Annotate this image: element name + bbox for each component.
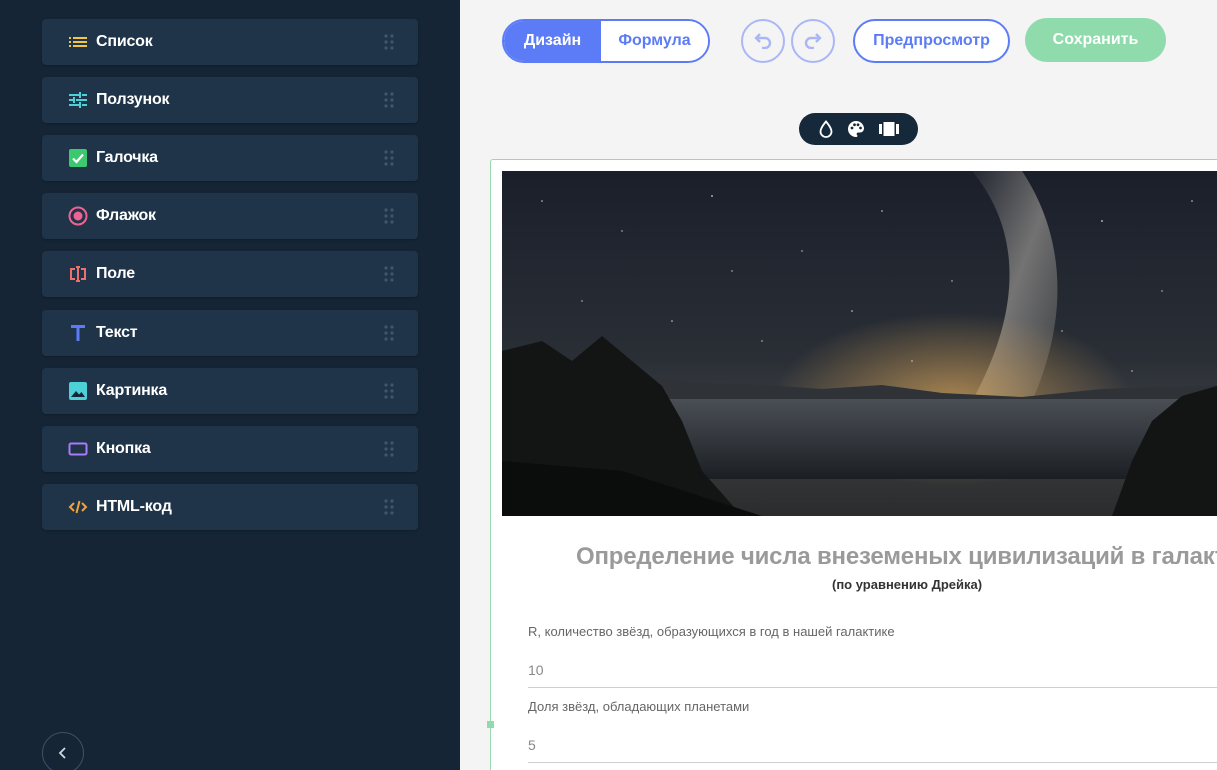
sidebar: Список Ползунок Галочка Флажок Поле Текс… [0,0,460,770]
sidebar-item-image[interactable]: Картинка [42,368,418,414]
collapse-sidebar-button[interactable] [42,732,84,770]
field-underline [528,762,1217,763]
chevron-left-icon [58,747,68,759]
drag-handle-icon[interactable] [384,441,394,457]
sliders-icon [68,90,88,110]
mode-switch: Дизайн Формула [502,19,710,63]
drag-handle-icon[interactable] [384,92,394,108]
drag-handle-icon[interactable] [384,208,394,224]
redo-button[interactable] [791,19,835,63]
drag-handle-icon[interactable] [384,325,394,341]
hero-image[interactable] [502,171,1217,516]
drag-handle-icon[interactable] [384,34,394,50]
radio-icon [68,206,88,226]
field-label: R, количество звёзд, образующихся в год … [528,624,895,639]
sidebar-item-slider[interactable]: Ползунок [42,77,418,123]
drag-handle-icon[interactable] [384,150,394,166]
drag-handle-icon[interactable] [384,499,394,515]
preview-button[interactable]: Предпросмотр [853,19,1010,63]
canvas-style-toolbar [799,113,918,145]
field-input[interactable]: 5 [528,737,536,753]
tab-design[interactable]: Дизайн [504,21,601,61]
image-icon [68,381,88,401]
drag-handle-icon[interactable] [384,266,394,282]
form-title: Определение числа внеземеных цивилизаций… [576,543,1217,570]
field-underline [528,687,1217,688]
checkbox-icon [68,148,88,168]
sidebar-item-text[interactable]: Текст [42,310,418,356]
sidebar-item-label: Картинка [96,382,168,399]
text-icon [68,323,88,343]
undo-button[interactable] [741,19,785,63]
sidebar-item-checkbox[interactable]: Галочка [42,135,418,181]
field-label: Доля звёзд, обладающих планетами [528,699,750,714]
button-icon [68,439,88,459]
sidebar-item-radio[interactable]: Флажок [42,193,418,239]
undo-icon [752,33,774,49]
sidebar-item-label: Ползунок [96,91,170,108]
form-subtitle: (по уравнению Дрейка) [832,577,983,592]
sidebar-item-label: Галочка [96,149,158,166]
sidebar-item-html[interactable]: HTML-код [42,484,418,530]
field-input[interactable]: 10 [528,662,544,678]
tab-formula[interactable]: Формула [601,21,708,61]
sidebar-item-label: Поле [96,265,135,282]
resize-handle[interactable] [487,721,494,728]
sidebar-item-label: Кнопка [96,440,151,457]
list-icon [68,32,88,52]
palette-icon[interactable] [847,120,865,138]
sidebar-item-button[interactable]: Кнопка [42,426,418,472]
redo-icon [802,33,824,49]
code-icon [68,497,88,517]
sidebar-item-label: Текст [96,324,138,341]
drag-handle-icon[interactable] [384,383,394,399]
text-field-icon [68,264,88,284]
sidebar-item-field[interactable]: Поле [42,251,418,297]
sidebar-item-label: Список [96,33,153,50]
sidebar-item-label: Флажок [96,207,156,224]
sidebar-item-label: HTML-код [96,498,172,515]
sidebar-item-list[interactable]: Список [42,19,418,65]
save-button[interactable]: Сохранить [1025,18,1166,62]
drop-icon[interactable] [819,120,833,138]
layout-columns-icon[interactable] [878,122,899,136]
